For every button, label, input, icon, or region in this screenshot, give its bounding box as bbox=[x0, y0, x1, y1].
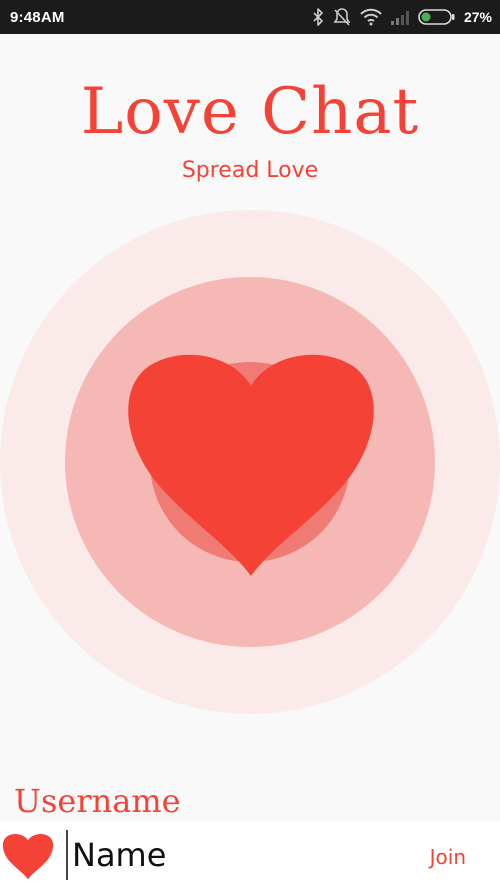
status-bar: 9:48AM 27% bbox=[0, 0, 500, 34]
wifi-icon bbox=[360, 8, 382, 26]
status-icons: 27% bbox=[312, 7, 492, 27]
battery-percent: 27% bbox=[463, 9, 492, 25]
heart-icon bbox=[2, 832, 54, 880]
heart-icon[interactable] bbox=[124, 346, 378, 578]
join-button[interactable]: Join bbox=[430, 840, 466, 874]
signal-icon bbox=[390, 9, 410, 25]
app-subtitle: Spread Love bbox=[181, 158, 319, 183]
bluetooth-icon bbox=[312, 8, 324, 26]
username-label: Username bbox=[14, 782, 181, 820]
silent-mode-icon bbox=[332, 7, 352, 27]
status-time: 9:48AM bbox=[10, 8, 65, 26]
join-bar: Join bbox=[0, 822, 500, 889]
battery-icon bbox=[418, 8, 456, 26]
username-input[interactable] bbox=[66, 830, 386, 880]
app-title: Love Chat bbox=[80, 75, 420, 149]
